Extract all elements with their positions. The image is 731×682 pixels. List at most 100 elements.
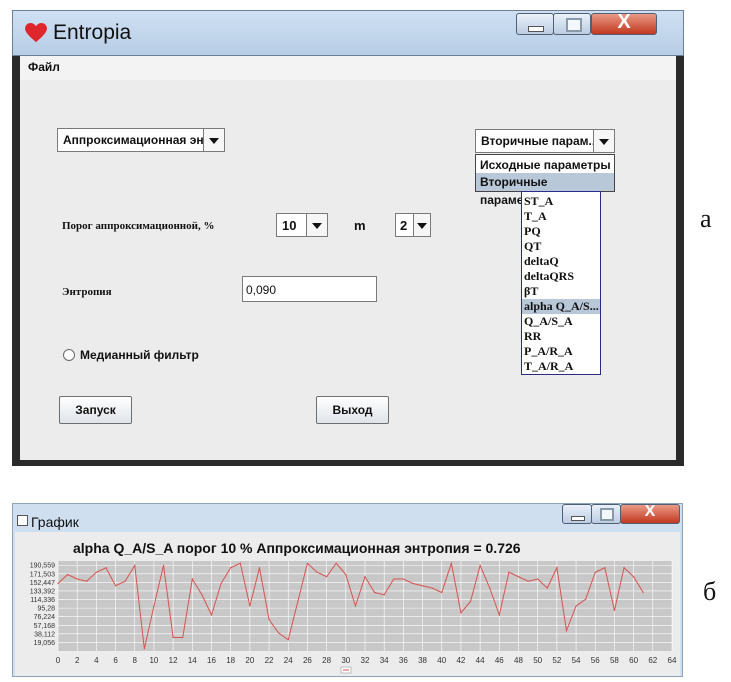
x-tick-label: 60 — [629, 656, 638, 665]
data-point — [335, 562, 337, 564]
threshold-combo[interactable]: 10 — [276, 213, 328, 237]
y-tick-label: 171,503 — [30, 571, 55, 578]
param-set-original[interactable]: Исходные параметры — [476, 156, 614, 174]
param-item[interactable]: deltaQ — [522, 254, 600, 269]
data-point — [469, 600, 472, 603]
data-point — [316, 571, 318, 573]
y-tick-label: 133,392 — [30, 588, 55, 595]
param-item[interactable]: deltaQRS — [522, 269, 600, 284]
maximize-button[interactable] — [553, 13, 591, 35]
y-tick-label: 114,336 — [30, 597, 55, 604]
data-point — [537, 578, 539, 580]
data-point — [201, 594, 203, 596]
data-point — [623, 567, 625, 569]
close-button[interactable]: X — [620, 503, 680, 524]
data-point — [326, 576, 328, 578]
data-point — [373, 591, 376, 594]
window-title: Entropia — [53, 21, 132, 44]
data-point — [57, 582, 59, 585]
data-point — [546, 587, 548, 589]
data-point — [258, 567, 261, 569]
x-tick-label: 34 — [380, 656, 389, 665]
param-item[interactable]: RR — [522, 329, 600, 344]
param-set-secondary[interactable]: Вторичные параметры — [476, 173, 614, 207]
menu-file[interactable]: Файл — [28, 60, 60, 74]
x-tick-label: 18 — [226, 656, 235, 665]
data-point — [124, 580, 126, 582]
close-button[interactable]: X — [591, 11, 657, 35]
param-item-selected[interactable]: alpha Q_A/S... — [522, 299, 600, 314]
x-tick-label: 22 — [265, 656, 274, 665]
data-point — [517, 576, 520, 578]
entropy-field[interactable]: 0,090 — [242, 276, 377, 302]
line-chart: 190,559171,503 152,447133,392 114,336 95,28… — [30, 561, 677, 674]
x-tick-label: 16 — [207, 656, 216, 665]
chevron-down-icon[interactable] — [413, 214, 430, 236]
start-button[interactable]: Запуск — [59, 396, 132, 424]
param-item[interactable]: QT — [522, 239, 600, 254]
entropy-label: Энтропия — [62, 286, 112, 298]
chevron-down-icon[interactable] — [203, 129, 224, 151]
param-item[interactable]: T_A — [522, 209, 600, 224]
median-filter-radio[interactable] — [63, 349, 75, 361]
maximize-icon — [566, 18, 582, 32]
maximize-button[interactable] — [591, 504, 621, 524]
data-point — [633, 576, 635, 578]
x-tick-label: 14 — [188, 656, 197, 665]
data-point — [143, 648, 145, 650]
method-combo[interactable]: Аппроксимационная энт... — [57, 128, 225, 152]
data-point — [412, 582, 414, 585]
minimize-icon — [528, 26, 544, 32]
param-item[interactable]: PQ — [522, 224, 600, 239]
minimize-icon — [571, 516, 585, 521]
x-tick-label: 44 — [476, 656, 485, 665]
data-point — [421, 585, 424, 587]
threshold-value: 10 — [282, 218, 297, 233]
threshold-label: Порог аппроксимационной, % — [62, 220, 215, 232]
data-point — [354, 605, 357, 607]
x-tick-label: 32 — [361, 656, 370, 665]
data-point — [642, 591, 644, 594]
data-point — [230, 567, 232, 569]
data-point — [575, 605, 577, 607]
exit-button[interactable]: Выход — [316, 396, 389, 424]
param-item[interactable]: T_A/R_A — [522, 359, 600, 374]
data-point — [498, 614, 500, 616]
method-combo-value: Аппроксимационная энт... — [63, 133, 219, 147]
x-tick-label: 58 — [610, 656, 619, 665]
data-point — [191, 578, 193, 580]
data-point — [134, 564, 136, 567]
param-item[interactable]: ST_A — [522, 194, 600, 209]
graph-window: График X alpha Q_A/S_A порог 10 % Аппрок… — [12, 503, 683, 677]
param-item[interactable]: P_A/R_A — [522, 344, 600, 359]
y-tick-label: 190,559 — [30, 563, 55, 570]
median-filter-label[interactable]: Медианный фильтр — [80, 348, 199, 362]
param-set-combo[interactable]: Вторичные парам... — [475, 129, 615, 153]
data-point — [239, 562, 241, 564]
minimize-button[interactable] — [562, 504, 592, 524]
data-point — [460, 612, 462, 614]
chevron-down-icon[interactable] — [306, 214, 327, 236]
x-tick-label: 38 — [418, 656, 427, 665]
figure-label-b: б — [703, 577, 717, 606]
param-item[interactable]: Q_A/S_A — [522, 314, 600, 329]
y-tick-label: 38,112 — [34, 631, 55, 638]
data-point — [172, 636, 174, 639]
data-point — [527, 580, 529, 582]
m-combo[interactable]: 2 — [395, 213, 431, 237]
data-point — [287, 639, 289, 641]
data-point — [479, 564, 481, 567]
data-point — [594, 571, 596, 573]
close-icon: X — [644, 503, 656, 520]
chevron-down-icon[interactable] — [593, 130, 614, 152]
param-set-list: Исходные параметры Вторичные параметры — [475, 154, 615, 207]
title-bar[interactable]: Entropia X — [12, 10, 684, 56]
data-point — [306, 562, 309, 564]
x-tick-label: 62 — [648, 656, 657, 665]
data-point — [268, 618, 270, 621]
data-point — [441, 591, 443, 594]
param-item[interactable]: βT — [522, 284, 600, 299]
minimize-button[interactable] — [516, 13, 554, 35]
x-tick-label: 0 — [56, 656, 61, 665]
y-tick-label: 57,168 — [34, 623, 56, 630]
